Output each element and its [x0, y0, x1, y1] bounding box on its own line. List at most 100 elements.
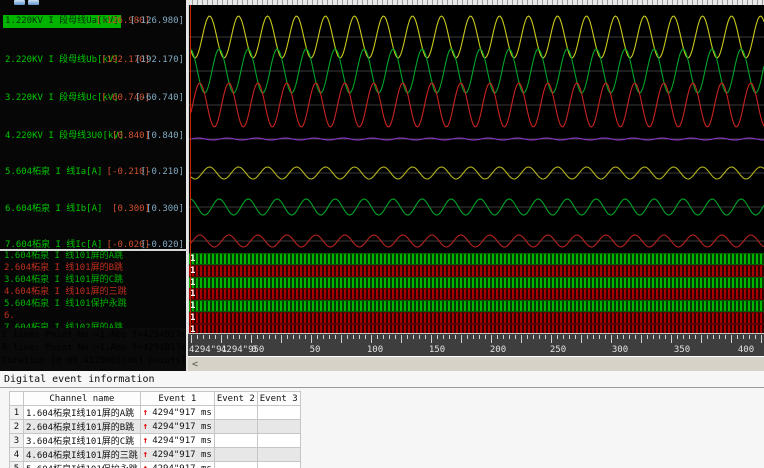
time-axis-label: 150 [428, 345, 446, 355]
channel-name-cell: 1.604柘泉I线101屏的A跳 [23, 405, 141, 420]
analog-channel-row[interactable]: 3.220KV I 段母线Uc[kV] [-60.740] [-60.740] [0, 92, 186, 105]
event3-cell [256, 447, 301, 462]
r-line-status: R line: Point No.=1,Abs T=4294917ms, Rel… [2, 343, 186, 353]
r-cursor-value: [-0.210] [140, 167, 184, 177]
channel-name-cell: 3.604柘泉I线101屏的C跳 [23, 433, 141, 448]
event1-cell: ↑4294"917 ms [139, 461, 215, 468]
duration-status: Duration [0:00.412000](463 points) [2, 356, 186, 366]
c-line-status: C line: Point No.=1,Abs T=4294917ms, Rel… [2, 330, 186, 340]
event2-cell [213, 447, 258, 462]
analog-channel-row[interactable]: 6.604柘泉 I 线Ib[A] [0.300] [0.300] [0, 203, 186, 216]
event2-cell [213, 433, 258, 448]
event2-cell [213, 419, 258, 434]
scroll-left-arrow-icon[interactable]: < [192, 358, 198, 371]
event3-cell [256, 433, 301, 448]
horizontal-scrollbar[interactable]: < [188, 356, 764, 371]
digital-trace-bar[interactable]: 1 [188, 288, 764, 301]
analog-channel-label: 4.220KV I 段母线3U0[kV] [5, 131, 125, 141]
digital-trace-bar[interactable]: 1 [188, 312, 764, 324]
row-number: 4 [9, 447, 24, 462]
event-table-row[interactable]: 55.604柘泉I线101保护永跳↑4294"917 ms [9, 461, 301, 468]
digital-trace-bar[interactable]: 1 [188, 264, 764, 277]
digital-event-title: Digital event information [4, 374, 155, 385]
event1-cell: ↑4294"917 ms [139, 433, 215, 448]
time-axis-label: 50 [309, 345, 321, 355]
r-cursor-value: [0.840] [146, 131, 184, 141]
digital-channel-row[interactable]: 2.604柘泉 I 线101屏的B跳 [0, 262, 186, 274]
digital-trace-bar[interactable]: 1 [188, 276, 764, 289]
r-cursor-value: [-126.980] [129, 16, 184, 26]
digital-channel-row[interactable]: 1.604柘泉 I 线101屏的A跳 [0, 250, 186, 262]
event-table-header-row: Channel name Event 1 Event 2 Event 3 [9, 391, 301, 406]
event3-cell [256, 419, 301, 434]
event1-cell: ↑4294"917 ms [139, 419, 215, 434]
analog-channel-label: 5.604柘泉 I 线Ia[A] [5, 167, 103, 177]
event1-header: Event 1 [139, 391, 215, 406]
analog-channel-row[interactable]: 4.220KV I 段母线3U0[kV] [0.840] [0.840] [0, 130, 186, 143]
event3-cell [256, 461, 301, 468]
c-cursor-value: [0.840] [112, 131, 150, 141]
rising-edge-arrow-icon: ↑ [142, 449, 149, 460]
event1-cell: ↑4294"917 ms [139, 447, 215, 462]
row-number: 1 [9, 405, 24, 420]
rising-edge-arrow-icon: ↑ [142, 435, 149, 446]
digital-channel-row[interactable]: 3.604柘泉 I 线101屏的C跳 [0, 274, 186, 286]
waveform-panel[interactable]: 1111111 4294"91 4294"950 0 50 100 150 200 250… [188, 0, 764, 371]
event-table-row[interactable]: 3 3.604柘泉I线101屏的C跳 ↑ 4294"917 ms [9, 433, 301, 448]
r-cursor-value: [192.170] [135, 55, 184, 65]
row-number: 2 [9, 419, 24, 434]
toolbar-icon-1[interactable] [14, 0, 25, 5]
analog-channel-row[interactable]: 1.220KV I 段母线Ua[kV] [-126.980] [-126.980] [0, 15, 186, 28]
event2-header: Event 2 [213, 391, 258, 406]
event1-cell: ↑4294"917 ms [139, 405, 215, 420]
analog-channel-label: 6.604柘泉 I 线Ib[A] [5, 204, 103, 214]
toolbar-icon-2[interactable] [28, 0, 39, 5]
digital-event-table[interactable]: Channel name Event 1 Event 2 Event 3 1 1.… [9, 391, 301, 468]
channel-name-header: Channel name [23, 391, 141, 406]
digital-channel-row[interactable]: 5.604柘泉 I 线101保护永跳 [0, 298, 186, 310]
analog-waveforms [188, 15, 764, 248]
analog-channel-row[interactable]: 5.604柘泉 I 线Ia[A] [-0.210] [-0.210] [0, 166, 186, 179]
digital-channel-row[interactable]: 4.604柘泉 I 线101屏的三跳 [0, 286, 186, 298]
r-cursor-line[interactable] [188, 5, 189, 335]
digital-channel-row[interactable]: 6. [0, 310, 186, 322]
analog-channel-row[interactable]: 2.220KV I 段母线Ub[kV] [192.170] [192.170] [0, 54, 186, 67]
analog-wave-area[interactable] [188, 5, 764, 249]
time-ruler: 4294"91 4294"950 0 50 100 150 200 250 300 350 40… [188, 333, 764, 356]
event2-cell [213, 405, 258, 420]
panel-separator-line [0, 387, 764, 388]
row-number-header [9, 391, 24, 406]
r-cursor-value: [0.300] [146, 204, 184, 214]
time-axis-label: 100 [366, 345, 384, 355]
digital-trace-bar[interactable]: 1 [188, 300, 764, 313]
waveform-viewer-window: 1.220KV I 段母线Ua[kV] [-126.980] [-126.980] 2… [0, 0, 764, 468]
digital-trace-area[interactable]: 1111111 [188, 251, 764, 333]
event2-cell [213, 461, 258, 468]
r-cursor-value: [-60.740] [135, 93, 184, 103]
time-axis-label: 350 [673, 345, 691, 355]
time-axis-label: 250 [549, 345, 567, 355]
row-number: 5 [9, 461, 24, 468]
event3-cell [256, 405, 301, 420]
c-cursor-value: [0.300] [112, 204, 150, 214]
digital-trace-bar[interactable]: 1 [188, 253, 764, 265]
time-axis-label: 0 [251, 345, 257, 355]
time-axis-label: 200 [489, 345, 507, 355]
event-table-row[interactable]: 4 4.604柘泉I线101屏的三跳 ↑ 4294"917 ms [9, 447, 301, 462]
event-table-row[interactable]: 1 1.604柘泉I线101屏的A跳 ↑ 4294"917 ms [9, 405, 301, 420]
rising-edge-arrow-icon: ↑ [142, 421, 149, 432]
rising-edge-arrow-icon: ↑ [142, 407, 149, 418]
channel-name-cell: 4.604柘泉I线101屏的三跳 [23, 447, 141, 462]
event-table-row[interactable]: 2 2.604柘泉I线101屏的B跳 ↑ 4294"917 ms [9, 419, 301, 434]
channel-list-panel: 1.220KV I 段母线Ua[kV] [-126.980] [-126.980] 2… [0, 0, 186, 371]
c-cursor-line[interactable] [190, 5, 191, 335]
digital-trace-bar[interactable]: 1 [188, 323, 764, 333]
event3-header: Event 3 [256, 391, 301, 406]
digital-event-panel: Digital event information Channel name E… [0, 371, 764, 468]
channel-name-cell: 5.604柘泉I线101保护永跳 [23, 461, 141, 468]
row-number: 3 [9, 433, 24, 448]
channel-name-cell: 2.604柘泉I线101屏的B跳 [23, 419, 141, 434]
cursor-status-area: C line: Point No.=1,Abs T=4294917ms, Rel… [0, 328, 186, 371]
rising-edge-arrow-icon: ↑ [143, 464, 148, 468]
time-axis-label: 300 [611, 345, 629, 355]
